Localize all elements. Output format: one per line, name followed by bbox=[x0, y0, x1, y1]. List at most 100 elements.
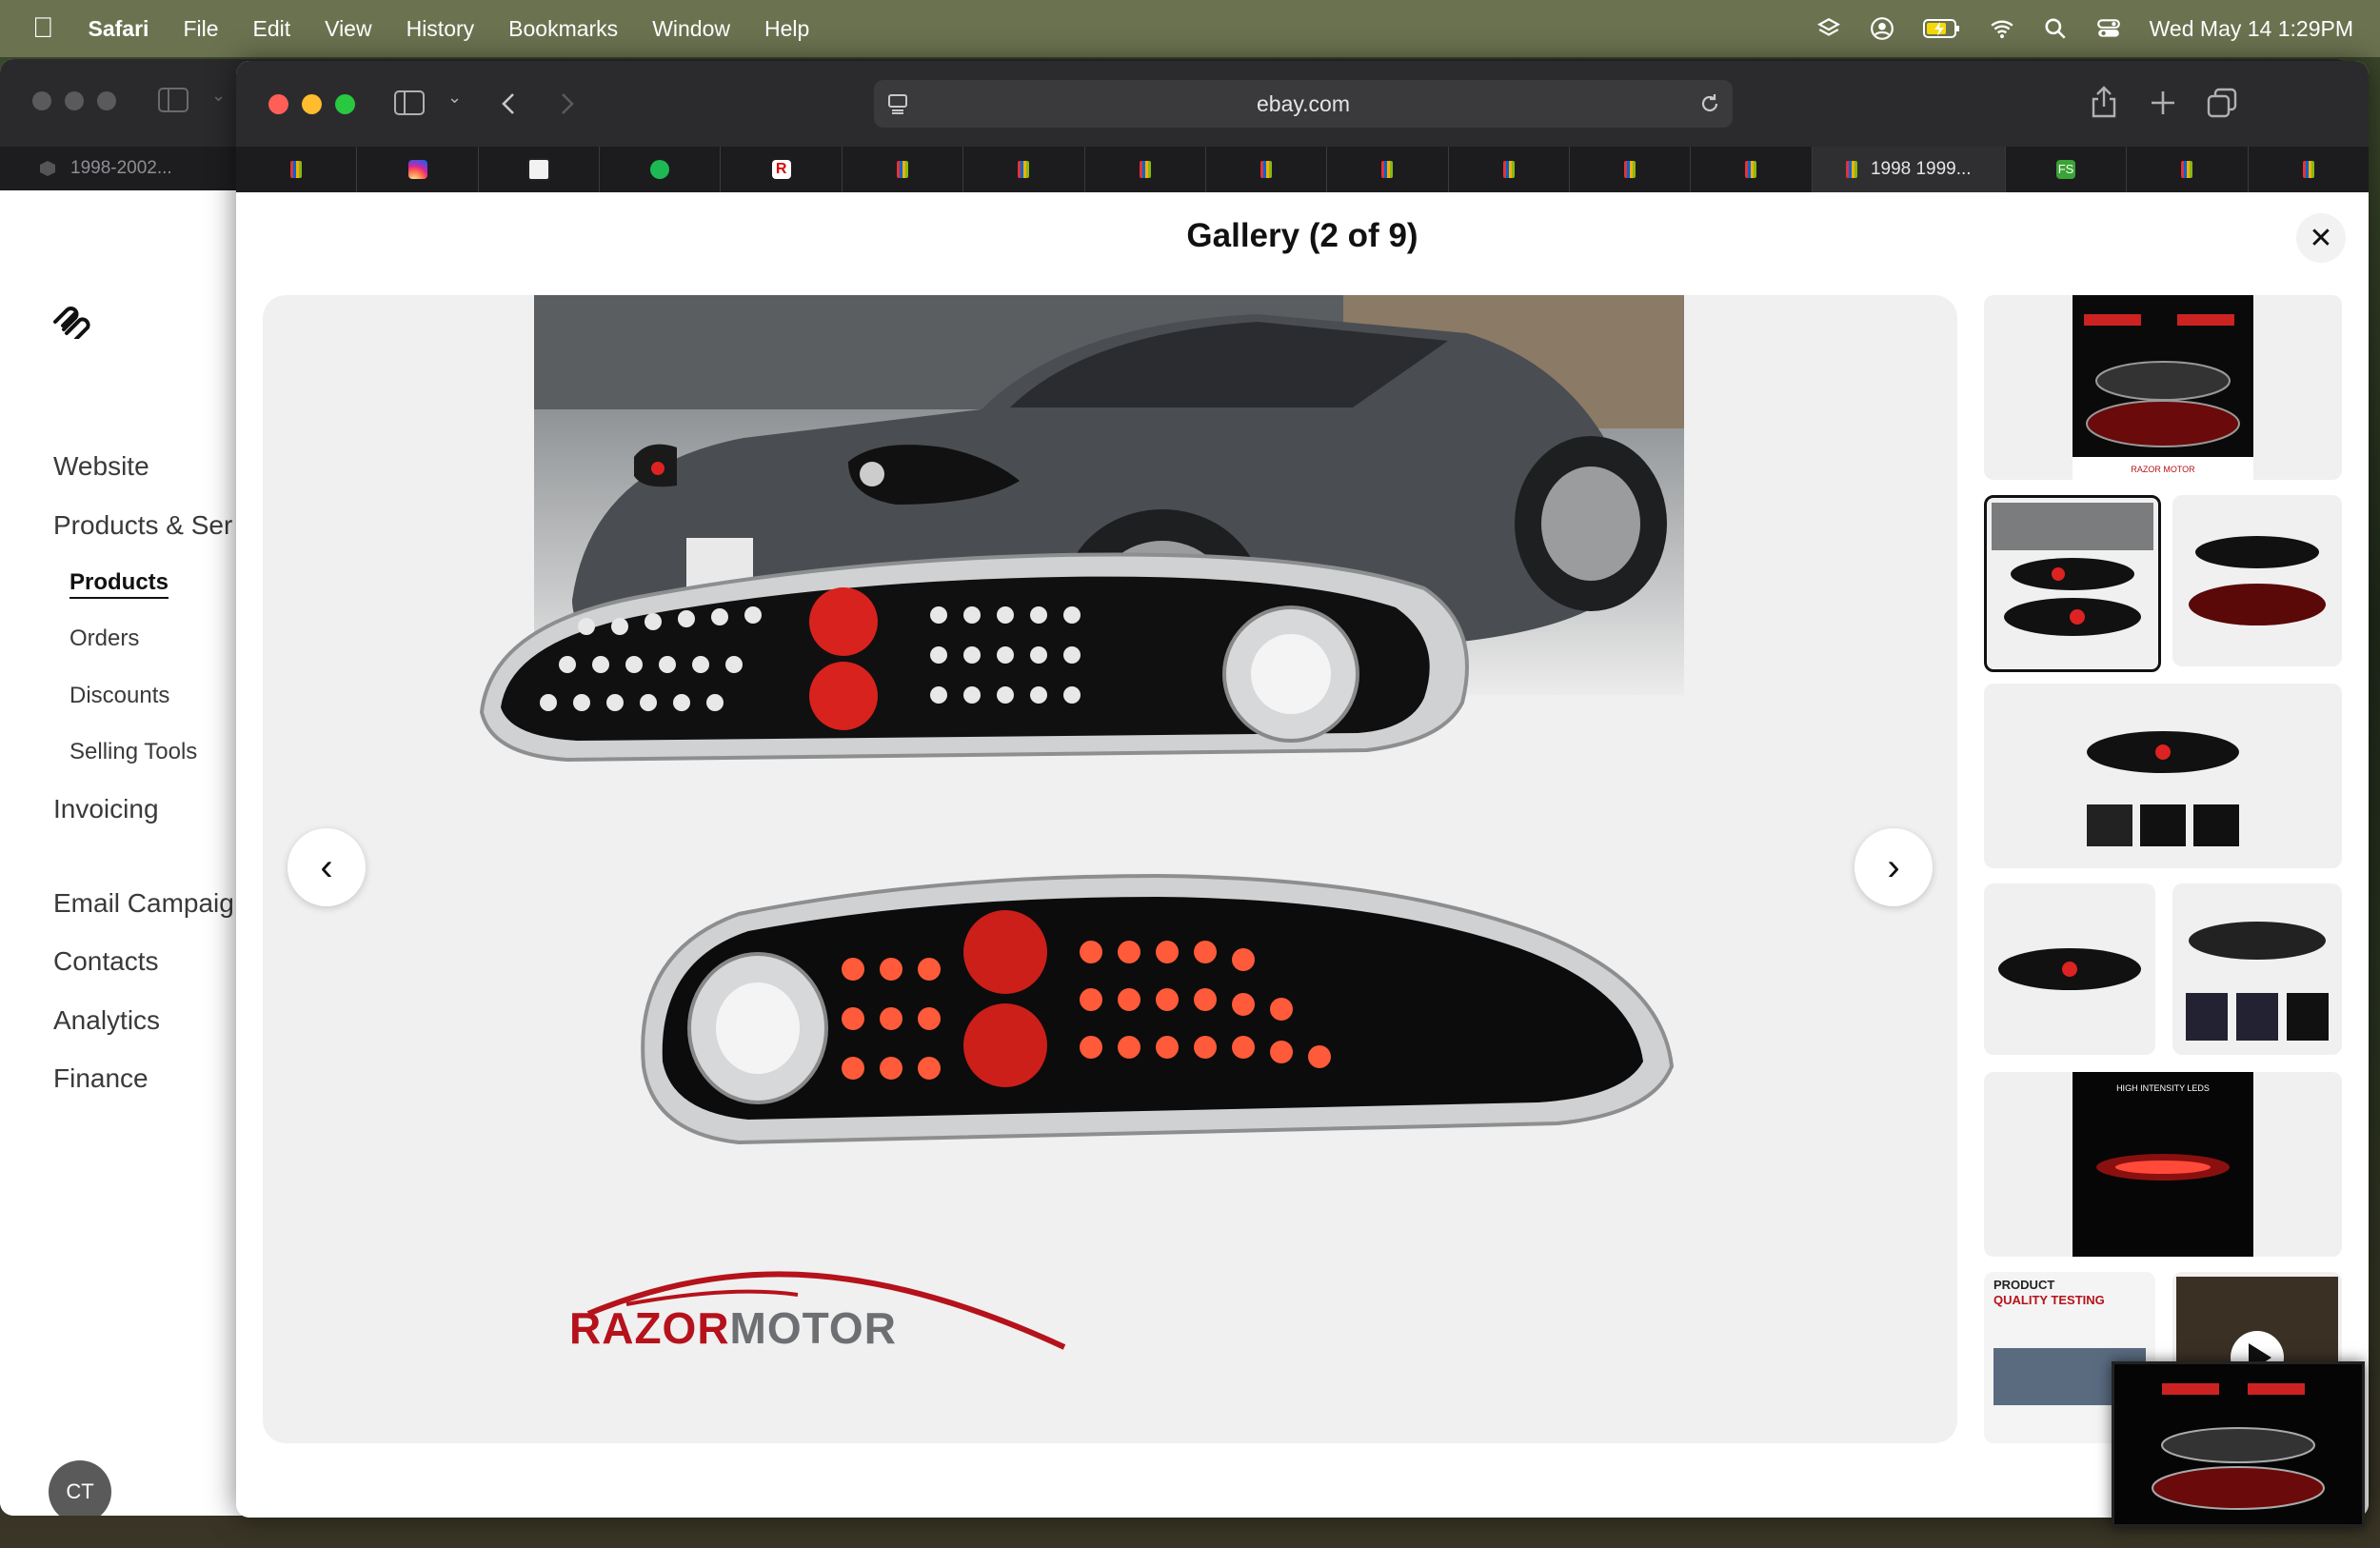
thumbnail-4[interactable] bbox=[1984, 684, 2342, 868]
ebay-favicon-icon bbox=[896, 161, 908, 178]
search-icon[interactable] bbox=[2043, 16, 2068, 41]
thumbnail-image: HIGH INTENSITY LEDS bbox=[2073, 1072, 2253, 1257]
browser-tab[interactable] bbox=[2249, 147, 2369, 192]
ebay-favicon-icon bbox=[1260, 161, 1273, 178]
sidebar-item-contacts[interactable]: Contacts bbox=[53, 946, 159, 977]
background-tab[interactable]: 1998-2002... bbox=[0, 147, 238, 190]
menu-bar:  Safari File Edit View History Bookmark… bbox=[0, 0, 2380, 57]
thumbnail-7[interactable]: HIGH INTENSITY LEDS bbox=[1984, 1072, 2342, 1257]
browser-tab[interactable] bbox=[2127, 147, 2249, 192]
sidebar-item-email-campaigns[interactable]: Email Campaig bbox=[53, 888, 234, 919]
menu-help[interactable]: Help bbox=[764, 16, 809, 42]
page-menu-icon[interactable] bbox=[887, 93, 908, 114]
browser-tab[interactable] bbox=[600, 147, 722, 192]
sidebar-item-products[interactable]: Products bbox=[69, 569, 169, 596]
thumbnail-3[interactable] bbox=[2172, 495, 2342, 666]
ebay-favicon-icon bbox=[1624, 161, 1636, 178]
zoom-window-button[interactable] bbox=[97, 91, 116, 110]
minimize-window-button[interactable] bbox=[302, 94, 322, 114]
previous-image-button[interactable]: ‹ bbox=[288, 828, 366, 906]
logo-text-red: RAZOR bbox=[569, 1303, 730, 1353]
close-window-button[interactable] bbox=[32, 91, 51, 110]
browser-tab[interactable] bbox=[1691, 147, 1813, 192]
wifi-icon[interactable] bbox=[1990, 16, 2014, 41]
browser-tab[interactable] bbox=[357, 147, 479, 192]
sidebar-item-products-services[interactable]: Products & Ser bbox=[53, 510, 232, 541]
close-gallery-button[interactable]: ✕ bbox=[2296, 213, 2346, 263]
sidebar-item-selling-tools[interactable]: Selling Tools bbox=[69, 739, 197, 765]
chevron-down-icon[interactable]: ⌄ bbox=[447, 88, 462, 108]
browser-tab[interactable] bbox=[1570, 147, 1692, 192]
sidebar-item-website[interactable]: Website bbox=[53, 451, 149, 482]
browser-tab[interactable] bbox=[1327, 147, 1449, 192]
box-icon bbox=[40, 161, 55, 176]
zoom-window-button[interactable] bbox=[335, 94, 355, 114]
ebay-favicon-icon bbox=[1502, 161, 1515, 178]
menu-history[interactable]: History bbox=[407, 16, 475, 42]
control-center-icon[interactable] bbox=[2096, 16, 2121, 41]
sidebar-item-orders[interactable]: Orders bbox=[69, 625, 139, 652]
menu-file[interactable]: File bbox=[183, 16, 218, 42]
browser-tab[interactable] bbox=[1449, 147, 1570, 192]
menu-edit[interactable]: Edit bbox=[253, 16, 291, 42]
chevron-down-icon[interactable]: ⌄ bbox=[211, 86, 226, 106]
thumbnail-2-selected[interactable] bbox=[1984, 495, 2161, 672]
fs-favicon-icon: FS bbox=[2056, 160, 2076, 179]
squarespace-logo-icon[interactable] bbox=[50, 303, 91, 339]
menu-clock[interactable]: Wed May 14 1:29PM bbox=[2150, 16, 2353, 42]
sidebar-toggle-icon[interactable] bbox=[394, 90, 425, 115]
reload-icon[interactable] bbox=[1698, 92, 1721, 115]
safari-toolbar: ⌄ ebay.com bbox=[236, 61, 2369, 147]
close-window-button[interactable] bbox=[268, 94, 288, 114]
thumbnail-5[interactable] bbox=[1984, 883, 2155, 1055]
battery-icon[interactable] bbox=[1922, 17, 1961, 40]
layers-icon[interactable] bbox=[1816, 16, 1841, 41]
sidebar-toggle-icon[interactable] bbox=[158, 88, 188, 112]
sidebar-item-analytics[interactable]: Analytics bbox=[53, 1005, 160, 1036]
browser-tab[interactable] bbox=[1206, 147, 1328, 192]
sidebar-item-invoicing[interactable]: Invoicing bbox=[53, 794, 159, 824]
thumbnail-6[interactable] bbox=[2172, 883, 2342, 1055]
ebay-favicon-icon bbox=[1139, 161, 1151, 178]
browser-tab[interactable] bbox=[963, 147, 1085, 192]
thumb-logo-text: RAZOR MOTOR bbox=[2131, 465, 2195, 474]
tail-light-bottom-image bbox=[641, 873, 1675, 1145]
address-bar[interactable]: ebay.com bbox=[874, 80, 1733, 128]
ebay-favicon-icon bbox=[2181, 161, 2193, 178]
back-arrow-icon[interactable] bbox=[499, 91, 518, 116]
thumbnail-image bbox=[2189, 536, 2326, 625]
ebay-favicon-icon bbox=[290, 161, 303, 178]
main-gallery-image[interactable]: RAZORMOTOR ‹ › bbox=[263, 295, 1957, 1443]
share-icon[interactable] bbox=[2091, 86, 2117, 118]
r-favicon-icon: R bbox=[771, 160, 791, 179]
background-tab-title: 1998-2002... bbox=[70, 158, 172, 178]
thumbnail-1[interactable]: RAZOR MOTOR bbox=[1984, 295, 2342, 480]
chevron-left-icon: ‹ bbox=[320, 845, 333, 888]
menu-app-name[interactable]: Safari bbox=[89, 16, 149, 42]
forward-arrow-icon[interactable] bbox=[558, 91, 577, 116]
next-image-button[interactable]: › bbox=[1854, 828, 1933, 906]
sidebar-item-finance[interactable]: Finance bbox=[53, 1063, 149, 1094]
close-icon: ✕ bbox=[2309, 222, 2333, 254]
avatar-initials: CT bbox=[66, 1479, 94, 1503]
tab-overview-icon[interactable] bbox=[2207, 88, 2237, 118]
avatar[interactable]: CT bbox=[49, 1460, 111, 1516]
picture-in-picture-preview[interactable] bbox=[2112, 1361, 2365, 1527]
sidebar-item-discounts[interactable]: Discounts bbox=[69, 683, 169, 709]
browser-tab[interactable]: FS bbox=[2006, 147, 2128, 192]
browser-tab[interactable] bbox=[843, 147, 964, 192]
new-tab-icon[interactable] bbox=[2150, 89, 2176, 116]
chevron-right-icon: › bbox=[1887, 845, 1900, 888]
apple-menu-icon[interactable]:  bbox=[32, 12, 54, 45]
user-account-icon[interactable] bbox=[1870, 16, 1894, 41]
browser-tab[interactable]: R bbox=[721, 147, 843, 192]
browser-tab[interactable] bbox=[236, 147, 358, 192]
browser-tab-active[interactable]: 1998 1999... bbox=[1812, 147, 2006, 192]
menu-view[interactable]: View bbox=[325, 16, 371, 42]
menu-bookmarks[interactable]: Bookmarks bbox=[508, 16, 618, 42]
browser-tab[interactable] bbox=[1085, 147, 1206, 192]
browser-tab[interactable] bbox=[479, 147, 601, 192]
minimize-window-button[interactable] bbox=[65, 91, 84, 110]
url-text: ebay.com bbox=[1256, 90, 1350, 116]
menu-window[interactable]: Window bbox=[652, 16, 730, 42]
